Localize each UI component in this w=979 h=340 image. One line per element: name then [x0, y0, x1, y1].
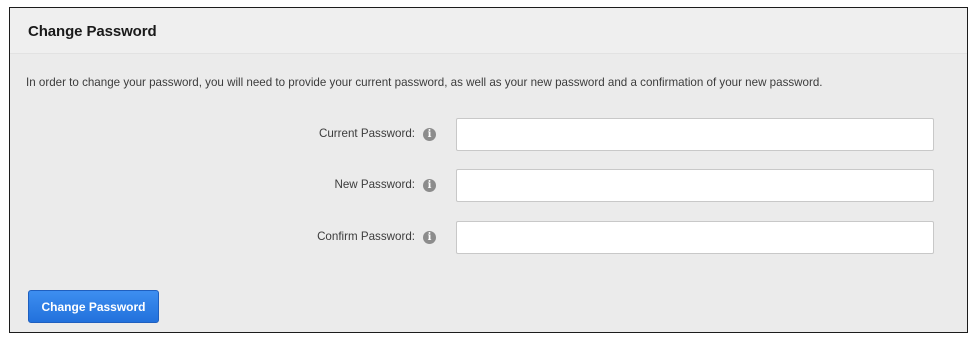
new-password-row: New Password: i [10, 169, 967, 202]
panel-header: Change Password [10, 8, 967, 54]
current-password-label: Current Password: [318, 127, 415, 140]
info-icon[interactable]: i [423, 179, 436, 192]
change-password-button[interactable]: Change Password [28, 290, 159, 323]
info-icon[interactable]: i [423, 128, 436, 141]
confirm-password-input[interactable] [456, 221, 934, 254]
confirm-password-row: Confirm Password: i [10, 221, 967, 254]
panel-title: Change Password [28, 23, 157, 40]
confirm-password-label: Confirm Password: [317, 230, 415, 243]
new-password-label: New Password: [334, 178, 415, 191]
instructions-text: In order to change your password, you wi… [26, 76, 823, 89]
new-password-input[interactable] [456, 169, 934, 202]
change-password-panel: Change Password In order to change your … [9, 7, 968, 333]
info-icon[interactable]: i [423, 231, 436, 244]
current-password-input[interactable] [456, 118, 934, 151]
current-password-row: Current Password: i [10, 118, 967, 151]
